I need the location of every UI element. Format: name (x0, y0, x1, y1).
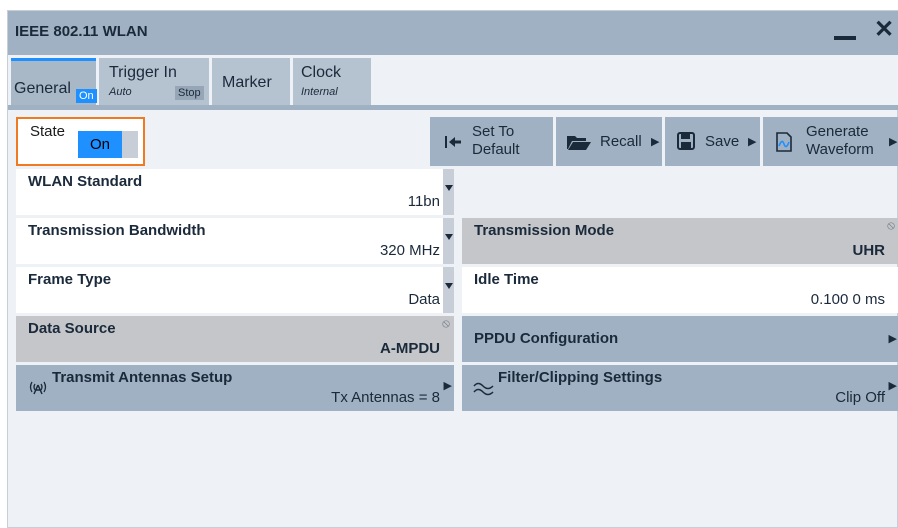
tab-marker-label: Marker (222, 74, 272, 91)
tab-trigger-label: Trigger In (109, 64, 177, 81)
filter-clipping-settings-button[interactable]: Filter/Clipping Settings Clip Off ▶ (462, 365, 898, 411)
recall-arrow-icon: ▶ (651, 136, 660, 148)
transmission-mode-label: Transmission Mode (474, 222, 615, 239)
save-button[interactable]: Save ▶ (665, 117, 760, 166)
idle-time-field[interactable]: Idle Time 0.100 0 ms (462, 267, 898, 313)
transmission-bandwidth-value: 320 MHz (379, 242, 440, 259)
transmission-bandwidth-label: Transmission Bandwidth (28, 222, 206, 239)
state-label: State (30, 123, 66, 140)
wlan-standard-field[interactable]: WLAN Standard 11bn (16, 169, 454, 215)
set-to-default-button[interactable]: Set To Default (430, 117, 553, 166)
tab-trigger-in[interactable]: Trigger In Auto Stop (99, 58, 209, 105)
data-source-label: Data Source (28, 320, 116, 337)
disabled-icon: ⦸ (887, 218, 895, 232)
waveform-file-icon (776, 132, 792, 152)
transmit-antennas-label: Transmit Antennas Setup (52, 369, 233, 386)
frame-type-value: Data (408, 291, 440, 308)
set-default-icon (445, 136, 461, 148)
chevron-right-icon: ▶ (443, 380, 452, 392)
ppdu-configuration-button[interactable]: PPDU Configuration ▶ (462, 316, 898, 362)
set-default-line2: Default (472, 141, 520, 158)
tab-general-badge: On (76, 89, 97, 103)
tab-general[interactable]: General On (11, 58, 97, 105)
tab-general-label: General (14, 80, 71, 97)
transmit-antennas-value: Tx Antennas = 8 (331, 389, 440, 406)
frame-type-field[interactable]: Frame Type Data (16, 267, 454, 313)
wlan-standard-label: WLAN Standard (28, 173, 143, 190)
transmit-antennas-setup-button[interactable]: Transmit Antennas Setup Tx Antennas = 8 … (16, 365, 454, 411)
set-default-line1: Set To (472, 123, 515, 140)
wlan-dialog: IEEE 802.11 WLAN ✕ General On Trigger In… (7, 10, 898, 528)
state-toggle[interactable]: On (78, 131, 138, 158)
transmission-mode-value: UHR (852, 242, 886, 259)
frame-type-label: Frame Type (28, 271, 112, 288)
tab-clock-label: Clock (301, 64, 342, 81)
chevron-right-icon: ▶ (888, 380, 897, 392)
recall-button[interactable]: Recall ▶ (556, 117, 662, 166)
tab-marker[interactable]: Marker (212, 58, 290, 105)
save-label: Save (705, 133, 740, 150)
tab-divider (8, 105, 898, 110)
recall-label: Recall (600, 133, 642, 150)
minimize-button[interactable] (834, 36, 856, 40)
chevron-down-icon[interactable] (443, 267, 454, 313)
wlan-standard-value: 11bn (407, 193, 440, 210)
chevron-down-icon[interactable] (443, 218, 454, 264)
filter-clipping-value: Clip Off (835, 389, 885, 406)
save-icon (677, 132, 695, 150)
title-bar: IEEE 802.11 WLAN ✕ (8, 11, 898, 55)
transmission-bandwidth-field[interactable]: Transmission Bandwidth 320 MHz (16, 218, 454, 264)
folder-open-icon (567, 136, 591, 150)
window-title: IEEE 802.11 WLAN (15, 23, 148, 40)
antenna-icon (29, 381, 47, 395)
state-toggle-value: On (78, 131, 122, 158)
filter-clipping-label: Filter/Clipping Settings (498, 369, 663, 386)
disabled-icon: ⦸ (442, 316, 450, 330)
tab-clock-sub: Internal (301, 86, 338, 98)
filter-wave-icon (473, 382, 494, 396)
generate-line1: Generate (806, 123, 869, 140)
data-source-value: A-MPDU (380, 340, 440, 357)
generate-arrow-icon: ▶ (889, 136, 898, 148)
state-control: State On (16, 117, 145, 166)
idle-time-value[interactable]: 0.100 0 ms (811, 291, 885, 308)
tab-clock[interactable]: Clock Internal (293, 58, 371, 105)
save-arrow-icon: ▶ (748, 136, 757, 148)
data-source-field: Data Source ⦸ A-MPDU (16, 316, 454, 362)
ppdu-configuration-label: PPDU Configuration (474, 330, 619, 347)
idle-time-label: Idle Time (474, 271, 539, 288)
chevron-right-icon: ▶ (888, 333, 897, 345)
generate-line2: Waveform (806, 141, 874, 158)
chevron-down-icon[interactable] (443, 169, 454, 215)
generate-waveform-button[interactable]: Generate Waveform ▶ (763, 117, 898, 166)
tab-trigger-sub: Auto (109, 86, 132, 98)
close-icon[interactable]: ✕ (874, 15, 894, 44)
tab-trigger-badge: Stop (175, 86, 204, 100)
transmission-mode-field: Transmission Mode ⦸ UHR (462, 218, 898, 264)
